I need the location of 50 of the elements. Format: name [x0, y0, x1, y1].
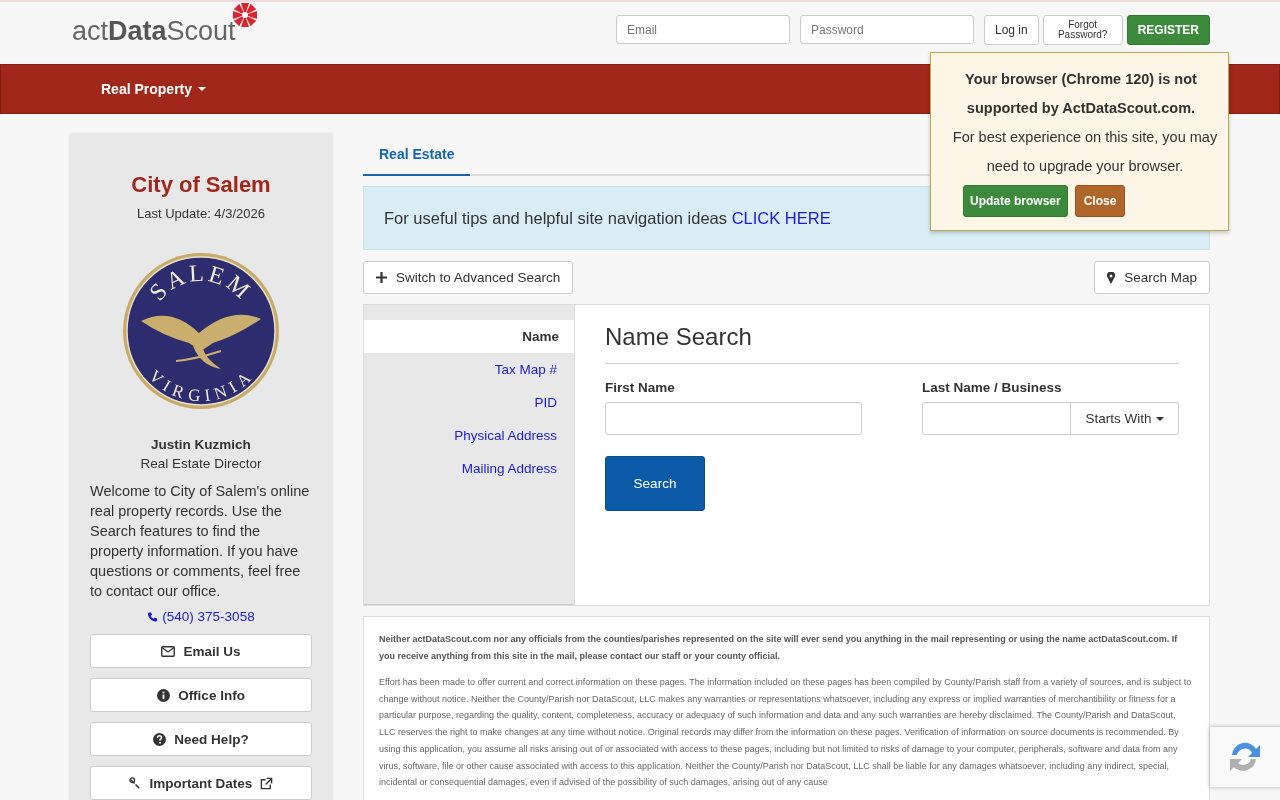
nav-menu[interactable]: Real Property	[101, 81, 207, 97]
field-label: Last Name / Business	[922, 380, 1063, 395]
disclaimer-notice: Neither actDataScout.com nor any officials from the counties/parishes represented on the site will ever send you anything in the mail representing or using the name actDataScout.com. If you receive anything from this site in the mail, please contact our staff or your county official.	[379, 633, 1179, 663]
info-icon	[157, 688, 171, 702]
disclaimer-text: Effort has been made to offer current and correct information on these pages. The information included on these pages has been compiled by County/Parish staff from a variety of sources, and is subject to change without notice. Neither the County/Parish nor DataScout, LLC makes any warranties or representations whatsoever, including any express or implied warranties of merchantibility or fitness for a particular purpose, regarding the quality, content, completeness, accuracy or adequacy of such information and data and any such warranties are hereby disclaimed. The County/Parish and DataScout, LLC reserves the right to make changes at any time without notice. Original records may differ from the information on these pages. Verification of information on source documents is recommended. By using this application, you assume all risks arising out of or associated with access to these pages, including but not limited to risks of damage to your computer, peripherals, software and data from any virus, software, file or other cause associated with access to this application. Neither the County/Parish nor DataScout, LLC shall be liable for any damages whatsoever, including any indirect, special, incidental or consequential damages, even if advised of the possibility of such damages, arising out of any cause	[379, 676, 1193, 790]
search-type-tab[interactable]: Tax Map #	[364, 353, 574, 386]
phone-link[interactable]: (540) 375-3058	[147, 609, 255, 624]
close-button[interactable]: Close	[1074, 185, 1126, 217]
login-button[interactable]: Log in	[983, 15, 1039, 45]
logo[interactable]: actDataScout	[72, 2, 258, 50]
plus-icon	[376, 272, 387, 283]
tip-link[interactable]: CLICK HERE	[731, 208, 831, 227]
update-browser-button[interactable]: Update browser	[963, 185, 1068, 217]
sidebar-button[interactable]: Need Help?	[90, 722, 312, 756]
notice-text: For best experience on this site, you may need to upgrade your browser.	[951, 128, 1219, 176]
help-icon	[153, 732, 167, 746]
register-button[interactable]: REGISTER	[1126, 15, 1210, 45]
tab[interactable]: Real Estate	[363, 134, 471, 176]
last-update: Last Update: 4/3/2026	[137, 206, 265, 221]
forgot-password-button[interactable]: Forgot Password?	[1042, 15, 1123, 45]
sidebar-button[interactable]: Email Us	[90, 634, 312, 668]
caret-icon	[198, 87, 207, 91]
caret-icon	[1155, 416, 1164, 421]
welcome-text: Welcome to City of Salem's online real property records. Use the Search features to find the property information. If you have questions or comments, feel free to contact our office.	[90, 482, 311, 601]
phone-icon	[147, 610, 159, 623]
tip-text: For useful tips and helpful site navigation ideas CLICK HERE	[384, 208, 831, 228]
search-type-tab[interactable]: Physical Address	[364, 419, 574, 452]
search-type-tab[interactable]: PID	[364, 386, 574, 419]
city-title: City of Salem	[131, 172, 271, 198]
password-field[interactable]: Password	[799, 15, 974, 44]
match-dropdown[interactable]: Starts With	[1071, 402, 1179, 435]
envelope-icon	[161, 645, 176, 657]
email-field[interactable]: Email	[615, 15, 790, 44]
search-type-tab[interactable]: Mailing Address	[364, 452, 574, 485]
recaptcha-badge[interactable]	[1210, 727, 1280, 787]
search-map-button[interactable]: Search Map	[1094, 261, 1210, 294]
sidebar-button[interactable]: Office Info	[90, 678, 312, 712]
external-link-icon	[260, 776, 274, 790]
field-label: First Name	[605, 380, 676, 395]
last-name-field[interactable]	[922, 402, 1071, 435]
search-button[interactable]: Search	[605, 456, 705, 511]
person-name: Justin Kuzmich	[151, 437, 251, 452]
person-role: Real Estate Director	[140, 456, 262, 471]
first-name-field[interactable]	[605, 402, 862, 435]
search-type-tab[interactable]: Name	[364, 320, 574, 353]
advanced-search-button[interactable]: Switch to Advanced Search	[363, 261, 574, 294]
notice-title: Your browser (Chrome 120) is not supported by ActDataScout.com.	[964, 70, 1198, 118]
form-title: Name Search	[605, 323, 1179, 364]
map-pin-icon	[1107, 271, 1116, 284]
sidebar-button[interactable]: Important Dates	[90, 766, 312, 800]
